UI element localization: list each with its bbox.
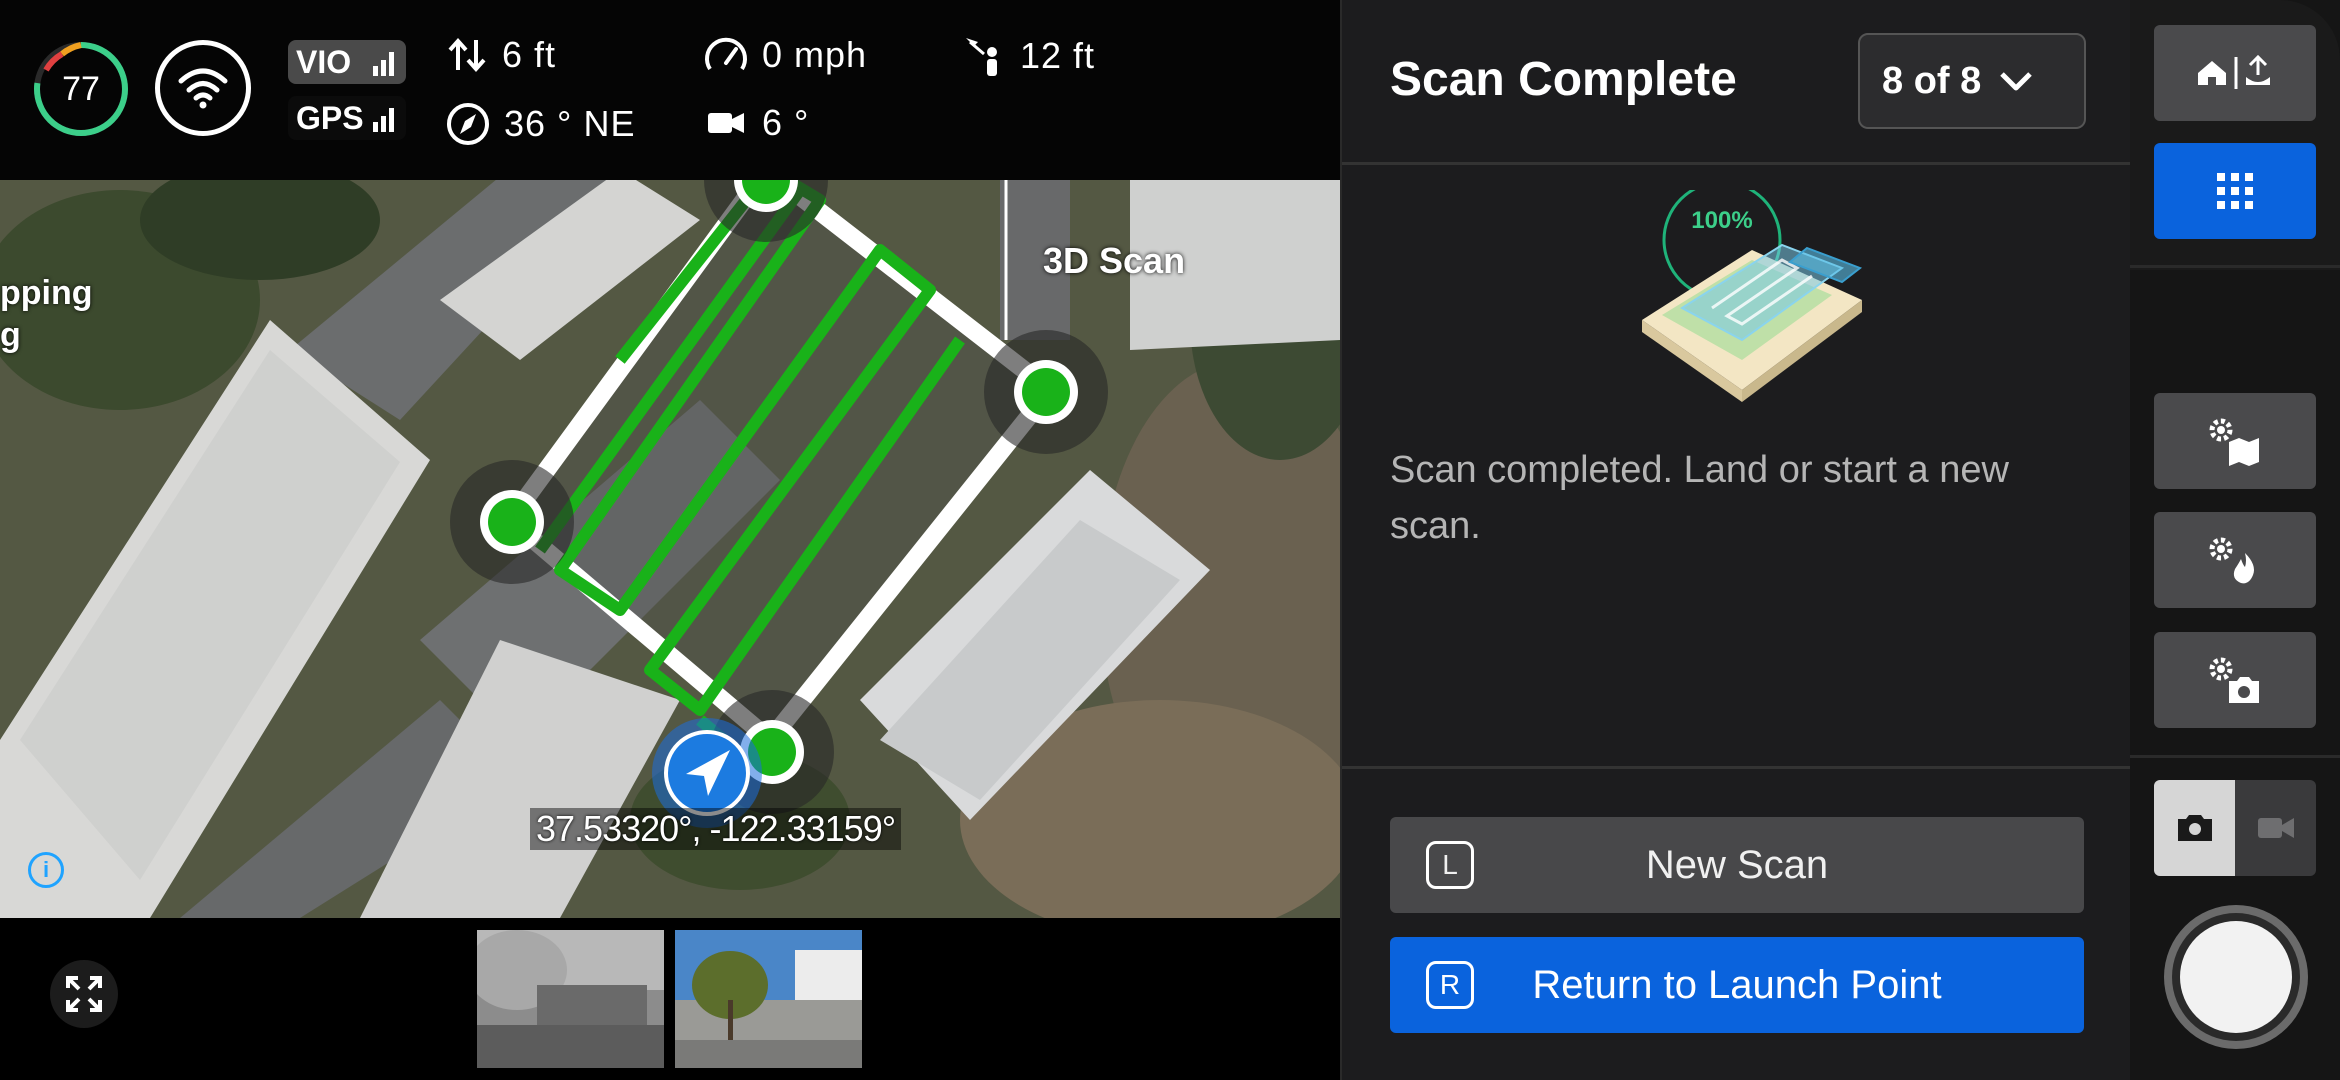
- control-column: [2130, 0, 2340, 1080]
- panel-divider: [1342, 162, 2132, 165]
- speedometer-icon: [705, 37, 747, 71]
- heading: 36 ° NE: [446, 102, 635, 146]
- ground-speed: 0 mph: [704, 34, 867, 76]
- control-divider: [2130, 265, 2340, 268]
- map-area-label: 3D Scan: [1043, 240, 1186, 281]
- gps-signal-icon: [373, 108, 394, 132]
- fire-settings-icon: [2209, 537, 2254, 584]
- vio-label: VIO: [296, 43, 352, 80]
- scan-progress-label: 100%: [1691, 207, 1753, 234]
- battery-indicator[interactable]: 77: [32, 40, 130, 138]
- map-place-label: pping g: [0, 272, 93, 356]
- info-icon[interactable]: i: [28, 852, 64, 888]
- panel-title: Scan Complete: [1390, 53, 1737, 106]
- vertical-speed: 6 ft: [446, 34, 556, 76]
- vertical-speed-value: 6 ft: [502, 34, 557, 75]
- scan-status-message: Scan completed. Land or start a new scan…: [1390, 449, 2009, 547]
- grid-menu-button[interactable]: [2154, 143, 2316, 239]
- video-mode-button[interactable]: [2235, 780, 2316, 876]
- photo-icon: [2177, 815, 2212, 841]
- map-place-label-line1: pping: [0, 274, 93, 312]
- rtl-key-badge: R: [1426, 961, 1474, 1009]
- ground-speed-value: 0 mph: [762, 34, 868, 75]
- drone-coordinates: 37.53320°, -122.33159°: [530, 808, 902, 850]
- camera-settings-button[interactable]: [2154, 632, 2316, 728]
- thermal-camera-thumbnail[interactable]: [477, 930, 664, 1068]
- expand-icon[interactable]: [50, 960, 118, 1028]
- camera-tilt: 6 °: [704, 102, 809, 144]
- capture-mode-toggle[interactable]: [2154, 780, 2316, 876]
- vio-status: VIO: [288, 40, 406, 84]
- pilot-distance-icon: [966, 38, 997, 76]
- scan-selector-dropdown[interactable]: 8 of 8: [1858, 33, 2086, 129]
- wifi-icon[interactable]: [155, 40, 251, 136]
- map-view: 77 VIO GPS 6 ft 36 ° NE 0 mph 6 ° 12 ft …: [0, 0, 1340, 1080]
- map-settings-button[interactable]: [2154, 393, 2316, 489]
- shutter-ring: [2172, 913, 2300, 1041]
- return-to-launch-button[interactable]: R Return to Launch Point: [1390, 937, 2084, 1033]
- distance-from-pilot: 12 ft: [962, 34, 1095, 78]
- vertical-arrows-icon: [448, 37, 486, 73]
- telemetry-bar: 77 VIO GPS 6 ft 36 ° NE 0 mph 6 ° 12 ft: [0, 0, 1340, 180]
- control-divider: [2130, 755, 2340, 758]
- chevron-down-icon: [2000, 72, 2033, 91]
- camera-feed-thumbnail[interactable]: [675, 930, 862, 1068]
- shutter-button[interactable]: [2164, 905, 2308, 1049]
- fire-settings-button[interactable]: [2154, 512, 2316, 608]
- distance-value: 12 ft: [1020, 35, 1096, 76]
- drone-arrow-icon: [686, 750, 730, 796]
- video-icon: [2257, 818, 2294, 838]
- grid-icon: [2217, 173, 2253, 209]
- map-place-label-line2: g: [0, 316, 21, 354]
- camera-tilt-value: 6 °: [762, 102, 810, 143]
- gps-status: GPS: [288, 96, 406, 140]
- map-settings-icon: [2209, 418, 2259, 466]
- scan-selector-value: 8 of 8: [1882, 59, 1982, 102]
- new-scan-button[interactable]: L New Scan: [1390, 817, 2084, 913]
- heading-value: 36 ° NE: [504, 103, 636, 144]
- home-launch-icon: [2198, 54, 2270, 89]
- vio-signal-icon: [373, 52, 394, 76]
- gps-label: GPS: [296, 99, 364, 136]
- new-scan-key-badge: L: [1426, 841, 1474, 889]
- bottom-strip: [0, 918, 1340, 1080]
- camera-tilt-icon: [708, 113, 744, 133]
- compass-icon: [447, 103, 489, 145]
- panel-divider: [1342, 766, 2132, 769]
- rtl-label: Return to Launch Point: [1532, 962, 1942, 1007]
- battery-percent: 77: [62, 70, 100, 108]
- scan-panel: Scan Complete 8 of 8 100% Scan completed…: [1340, 0, 2132, 1080]
- new-scan-label: New Scan: [1645, 842, 1829, 887]
- photo-mode-button[interactable]: [2154, 780, 2235, 876]
- camera-settings-icon: [2209, 657, 2259, 703]
- shutter-core: [2180, 921, 2292, 1033]
- home-launch-button[interactable]: [2154, 25, 2316, 121]
